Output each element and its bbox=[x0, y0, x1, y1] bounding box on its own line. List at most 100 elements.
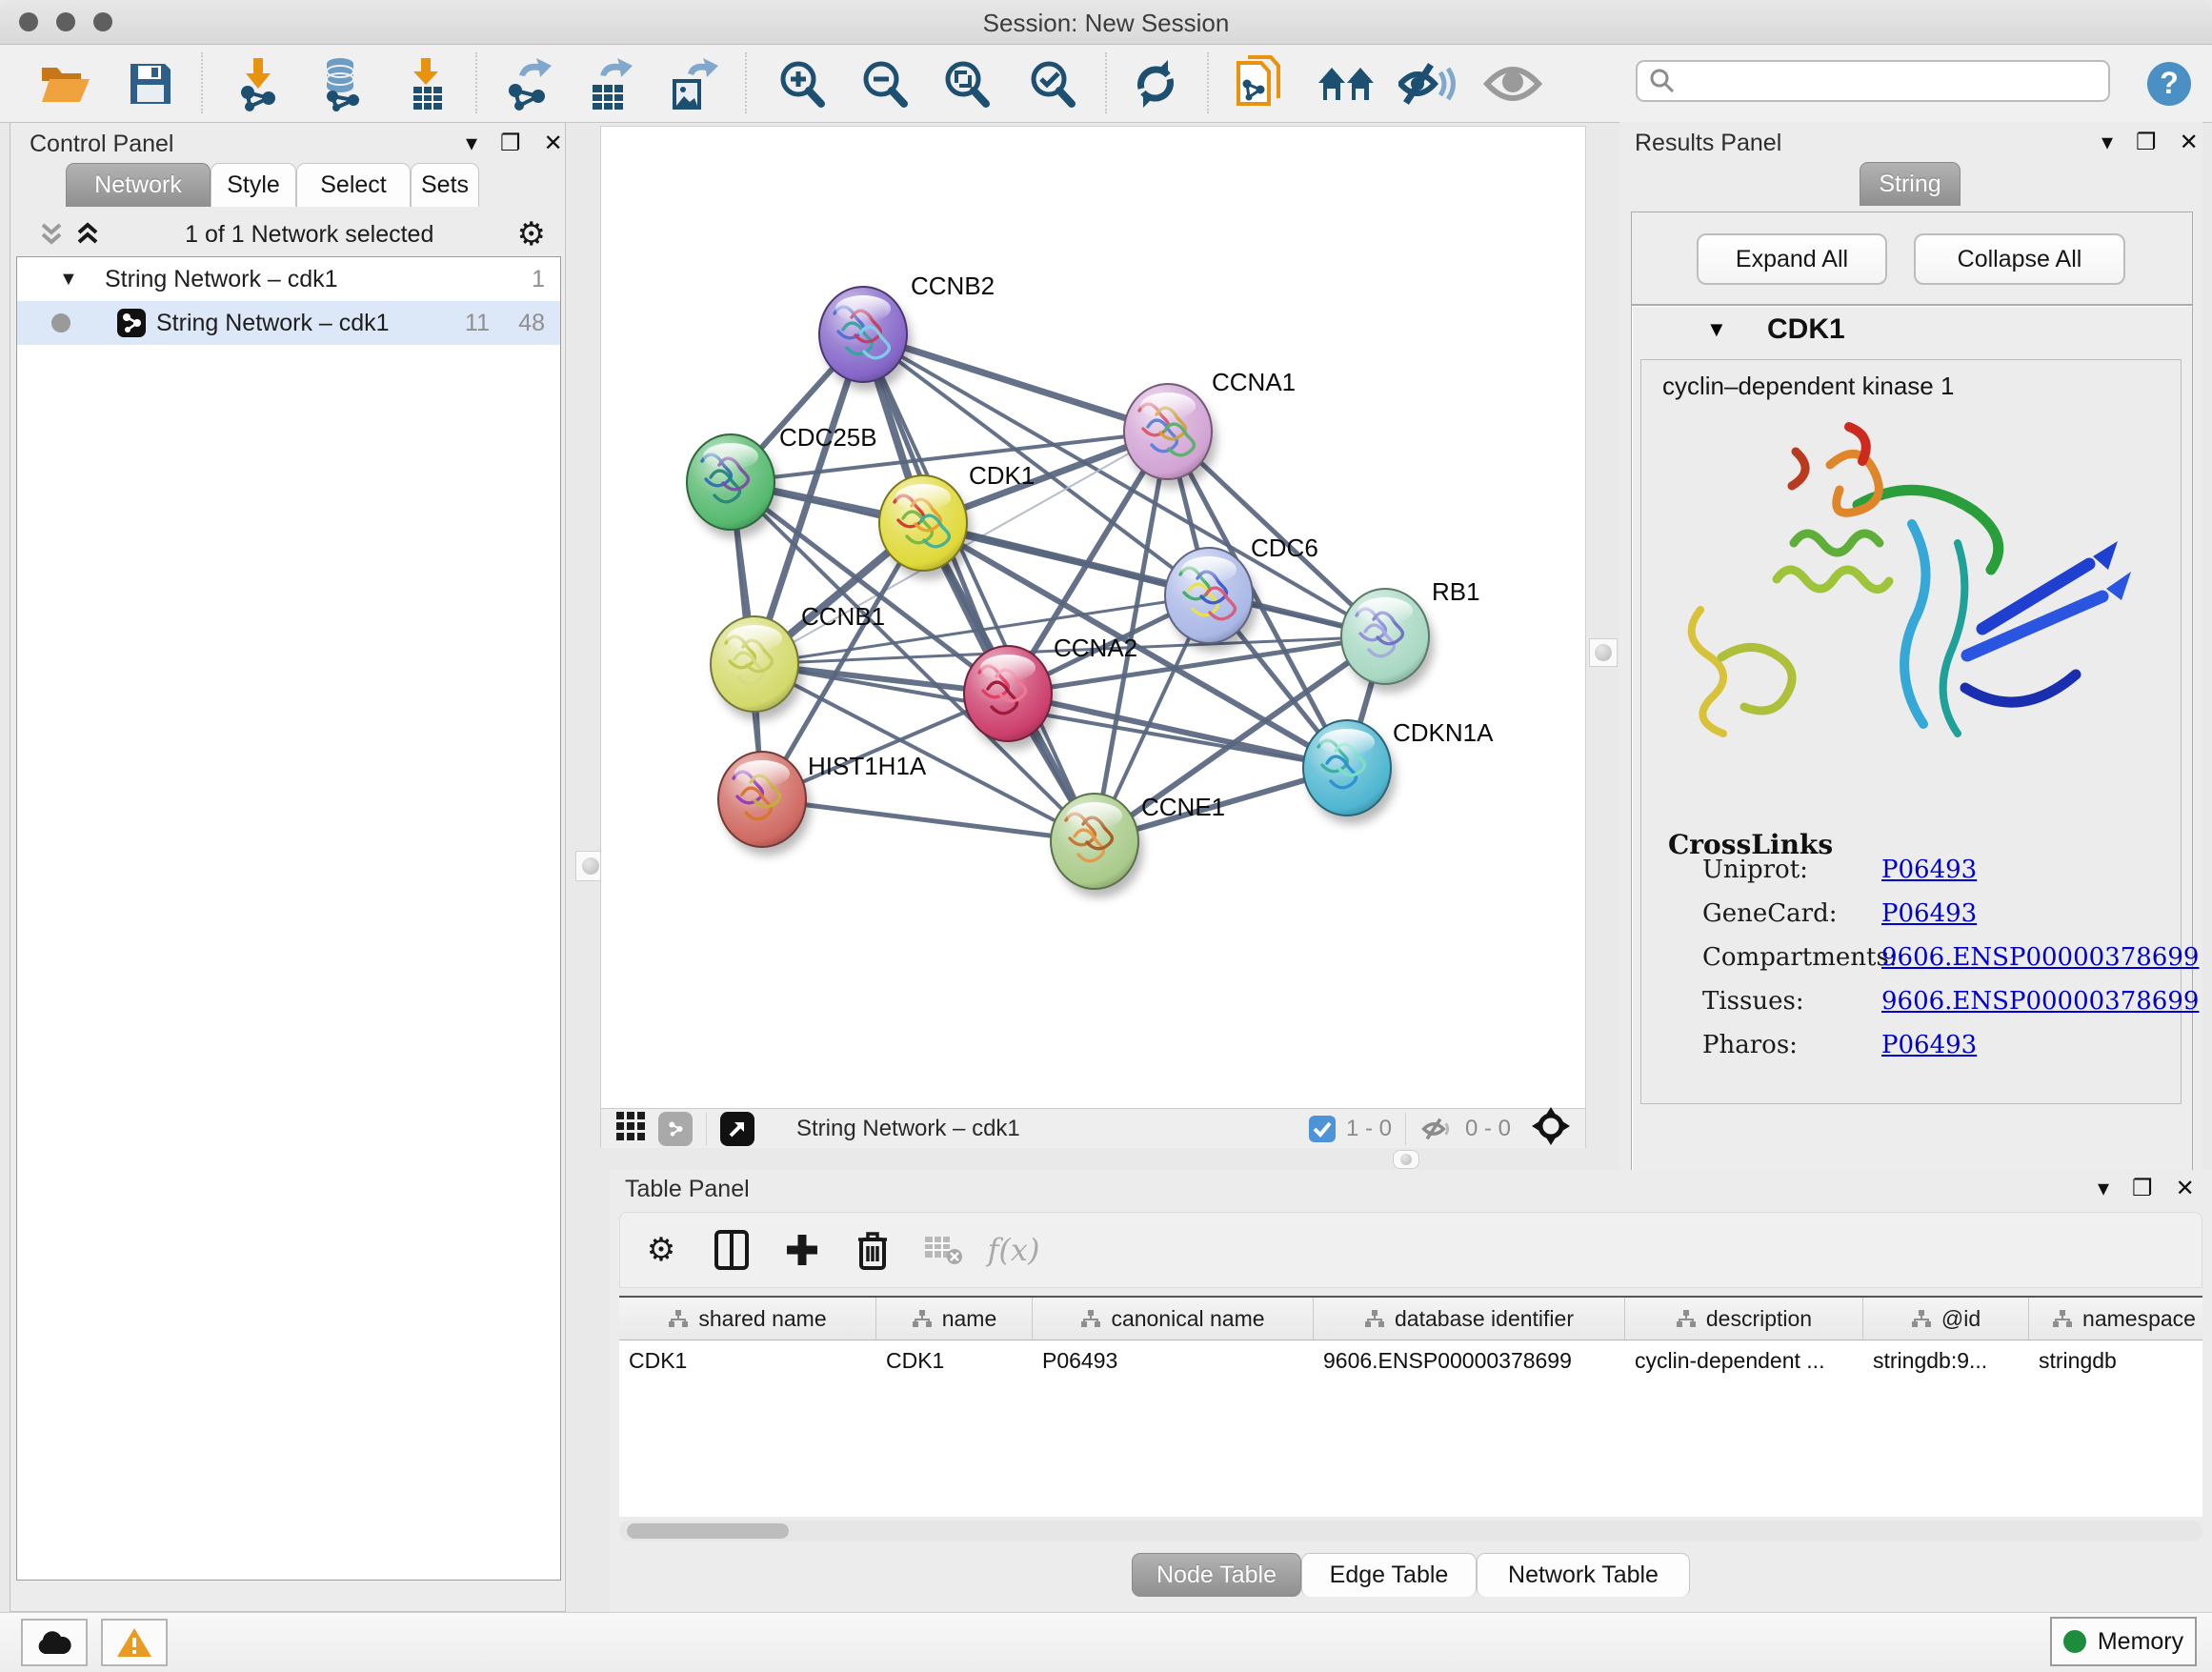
crosslink-label: Uniprot: bbox=[1702, 856, 1808, 884]
network-collection-row[interactable]: ▼ String Network – cdk1 1 bbox=[17, 257, 560, 301]
table-options-gear-icon[interactable]: ⚙ bbox=[626, 1221, 696, 1279]
export-image-icon[interactable] bbox=[660, 54, 723, 113]
table-panel-close-icon[interactable]: ✕ bbox=[2176, 1178, 2195, 1200]
results-panel-close-icon[interactable]: ✕ bbox=[2180, 131, 2199, 154]
tab-select[interactable]: Select bbox=[296, 163, 411, 207]
network-node-HIST1H1A[interactable] bbox=[718, 752, 811, 856]
table-panel-menu-icon[interactable]: ▾ bbox=[2098, 1178, 2109, 1200]
network-options-gear-icon[interactable]: ⚙ bbox=[517, 218, 546, 251]
edge-HIST1H1A-CCNE1[interactable] bbox=[762, 799, 1095, 841]
table-cell[interactable]: CDK1 bbox=[876, 1340, 1033, 1382]
collapse-all-button[interactable]: Collapse All bbox=[1914, 233, 2125, 285]
results-panel-float-icon[interactable]: ❐ bbox=[2136, 131, 2157, 154]
import-network-file-icon[interactable] bbox=[228, 54, 291, 113]
expand-all-button[interactable]: Expand All bbox=[1697, 233, 1887, 285]
network-node-CDC6[interactable] bbox=[1165, 548, 1257, 652]
control-panel-menu-icon[interactable]: ▾ bbox=[466, 132, 477, 155]
network-node-CDC25B[interactable] bbox=[687, 434, 779, 538]
tab-sets[interactable]: Sets bbox=[411, 163, 479, 207]
tab-node-table[interactable]: Node Table bbox=[1132, 1553, 1301, 1597]
network-row[interactable]: String Network – cdk1 11 48 bbox=[17, 301, 560, 345]
column-header-name[interactable]: name bbox=[876, 1298, 1033, 1340]
column-header-database-identifier[interactable]: database identifier bbox=[1314, 1298, 1625, 1340]
selected-checkbox-icon[interactable] bbox=[1308, 1115, 1337, 1143]
warnings-button[interactable] bbox=[101, 1619, 168, 1666]
zoom-in-icon[interactable] bbox=[770, 54, 833, 113]
cloud-status-button[interactable] bbox=[21, 1619, 88, 1666]
table-cell[interactable]: stringdb bbox=[2029, 1340, 2202, 1382]
crosslink-link[interactable]: 9606.ENSP00000378699 bbox=[1881, 943, 2199, 972]
delete-table-icon[interactable] bbox=[908, 1221, 978, 1279]
import-network-database-icon[interactable] bbox=[309, 54, 372, 113]
help-icon[interactable]: ? bbox=[2138, 54, 2201, 113]
search-box[interactable] bbox=[1636, 60, 2110, 102]
collapse-all-networks-icon[interactable] bbox=[37, 221, 66, 248]
protein-disclosure-icon[interactable]: ▼ bbox=[1706, 317, 1727, 342]
column-header--id[interactable]: @id bbox=[1863, 1298, 2029, 1340]
column-header-shared-name[interactable]: shared name bbox=[619, 1298, 876, 1340]
table-row[interactable]: CDK1CDK1P064939606.ENSP00000378699cyclin… bbox=[619, 1340, 2202, 1382]
network-node-CDK1[interactable] bbox=[879, 475, 972, 579]
table-cell[interactable]: P06493 bbox=[1033, 1340, 1314, 1382]
bottom-splitter-handle[interactable] bbox=[1393, 1150, 1419, 1169]
save-session-icon[interactable] bbox=[119, 54, 182, 113]
import-table-icon[interactable] bbox=[395, 54, 458, 113]
column-header-namespace[interactable]: namespace bbox=[2029, 1298, 2202, 1340]
network-node-RB1[interactable] bbox=[1341, 589, 1434, 693]
refresh-icon[interactable] bbox=[1124, 54, 1187, 113]
tab-edge-table[interactable]: Edge Table bbox=[1301, 1553, 1477, 1597]
results-panel-menu-icon[interactable]: ▾ bbox=[2101, 131, 2113, 154]
scrollbar-thumb[interactable] bbox=[627, 1523, 789, 1539]
export-table-icon[interactable] bbox=[578, 54, 641, 113]
tab-style[interactable]: Style bbox=[211, 163, 296, 207]
search-input[interactable] bbox=[1676, 67, 2089, 95]
hidden-eye-icon[interactable] bbox=[1419, 1115, 1456, 1143]
homes-icon[interactable] bbox=[1315, 54, 1377, 113]
table-cell[interactable]: CDK1 bbox=[619, 1340, 876, 1382]
crosslink-link[interactable]: 9606.ENSP00000378699 bbox=[1881, 987, 2199, 1016]
column-header-canonical-name[interactable]: canonical name bbox=[1033, 1298, 1314, 1340]
network-node-CCNE1[interactable] bbox=[1051, 794, 1143, 897]
hide-unhide-icon[interactable] bbox=[1397, 54, 1459, 113]
crosslink-link[interactable]: P06493 bbox=[1881, 1031, 1977, 1059]
tab-network[interactable]: Network bbox=[66, 163, 211, 207]
table-cell[interactable]: 9606.ENSP00000378699 bbox=[1314, 1340, 1625, 1382]
export-network-icon[interactable] bbox=[497, 54, 560, 113]
share-session-icon[interactable] bbox=[1228, 54, 1291, 113]
zoom-selected-icon[interactable] bbox=[1020, 54, 1083, 113]
column-header-description[interactable]: description bbox=[1625, 1298, 1863, 1340]
open-session-icon[interactable] bbox=[33, 54, 96, 113]
crosslink-link[interactable]: P06493 bbox=[1881, 856, 1977, 884]
expand-all-networks-icon[interactable] bbox=[73, 221, 102, 248]
network-canvas[interactable]: CCNB2CCNA1CDC25BCDK1CDC6RB1CCNB1CCNA2CDK… bbox=[601, 127, 1585, 1108]
table-panel-float-icon[interactable]: ❐ bbox=[2132, 1178, 2153, 1200]
table-cell[interactable]: cyclin-dependent ... bbox=[1625, 1340, 1863, 1382]
network-node-CCNB2[interactable] bbox=[819, 287, 912, 391]
function-builder-icon[interactable]: f(x) bbox=[978, 1221, 1049, 1279]
birds-eye-view-icon[interactable] bbox=[720, 1112, 754, 1146]
delete-column-icon[interactable] bbox=[837, 1221, 908, 1279]
network-node-count: 11 bbox=[465, 310, 490, 337]
collection-disclosure-icon[interactable]: ▼ bbox=[59, 269, 78, 291]
grid-view-icon[interactable] bbox=[614, 1110, 647, 1147]
control-panel-float-icon[interactable]: ❐ bbox=[500, 132, 521, 155]
memory-button[interactable]: Memory bbox=[2050, 1617, 2197, 1666]
zoom-fit-icon[interactable] bbox=[935, 54, 997, 113]
hidden-count: 0 - 0 bbox=[1465, 1116, 1511, 1142]
network-node-CCNA2[interactable] bbox=[964, 646, 1056, 750]
eye-icon[interactable] bbox=[1481, 54, 1544, 113]
right-splitter-handle[interactable] bbox=[1589, 638, 1618, 667]
add-column-icon[interactable] bbox=[767, 1221, 837, 1279]
tab-network-table[interactable]: Network Table bbox=[1477, 1553, 1690, 1597]
fit-selected-target-icon[interactable] bbox=[1532, 1107, 1570, 1150]
network-share-badge-icon[interactable] bbox=[658, 1112, 693, 1146]
tab-string[interactable]: String bbox=[1860, 162, 1961, 206]
zoom-out-icon[interactable] bbox=[853, 54, 915, 113]
control-panel-close-icon[interactable]: ✕ bbox=[544, 132, 563, 155]
horizontal-scrollbar[interactable] bbox=[619, 1521, 2202, 1541]
network-node-CCNA1[interactable] bbox=[1124, 384, 1217, 488]
show-columns-icon[interactable] bbox=[696, 1221, 767, 1279]
network-node-CDKN1A[interactable] bbox=[1303, 720, 1396, 824]
table-cell[interactable]: stringdb:9... bbox=[1863, 1340, 2029, 1382]
crosslink-link[interactable]: P06493 bbox=[1881, 899, 1977, 928]
